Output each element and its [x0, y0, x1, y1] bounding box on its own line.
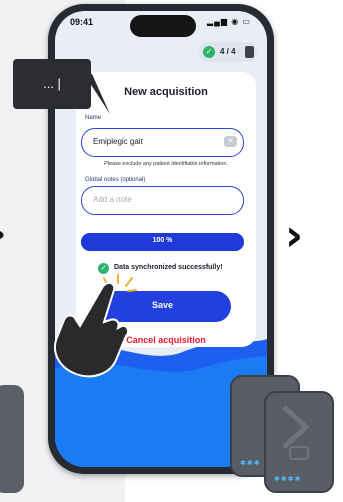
privacy-hint: Please exclude any patient identifiable … [104, 161, 228, 167]
notes-field[interactable]: Add a note [81, 186, 244, 215]
sensor-device-2: ✱✱✱✱ [264, 391, 334, 493]
device-logo-icon [282, 405, 310, 460]
progress-label: 100 % [152, 237, 173, 244]
tap-hand-icon [54, 282, 130, 378]
sensor-leds: ✱✱✱ [240, 460, 261, 467]
status-time: 09:41 [70, 17, 94, 27]
tooltip-tail [84, 74, 110, 114]
notes-placeholder: Add a note [93, 195, 132, 204]
chevron-right-icon-left: › [0, 214, 6, 254]
tooltip-text: ... | [43, 76, 61, 91]
clear-icon[interactable]: ✕ [224, 136, 237, 147]
check-circle-icon: ✓ [203, 46, 215, 58]
dynamic-island [130, 15, 196, 37]
tooltip-bubble: ... | [13, 59, 91, 109]
notes-label: Global notes (optional) [85, 177, 146, 183]
sensor-leds: ✱✱✱✱ [274, 476, 302, 483]
counter-text: 4 / 4 [220, 47, 236, 56]
device-box-icon [245, 46, 254, 58]
acquisition-counter-badge: ✓ 4 / 4 [198, 42, 257, 62]
sync-progress-bar: 100 % [81, 233, 244, 251]
sensor-device-left [0, 385, 24, 493]
name-field-value: Emiplegic gait [93, 137, 143, 146]
name-field[interactable]: Emiplegic gait ✕ [81, 128, 244, 157]
status-icons: ▂▄▆ ◉ ▭ [207, 17, 251, 26]
chevron-right-icon: › [285, 210, 304, 261]
